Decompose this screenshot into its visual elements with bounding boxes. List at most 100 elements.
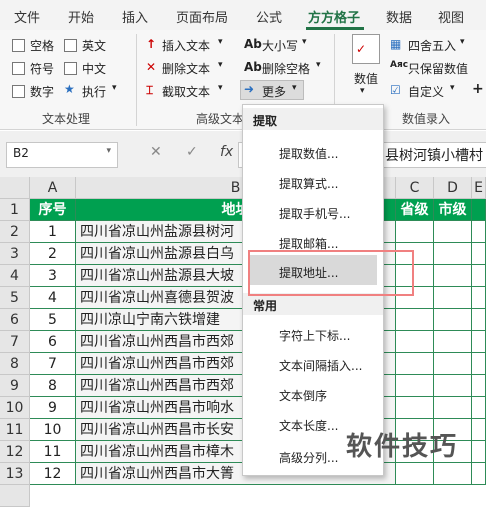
- confirm-icon[interactable]: ✓: [186, 144, 198, 160]
- table-cell-province[interactable]: [396, 221, 434, 243]
- table-cell-e[interactable]: [472, 331, 486, 353]
- checkbox-english[interactable]: [64, 39, 77, 52]
- tab-page-layout[interactable]: 页面布局: [176, 7, 228, 26]
- tab-view[interactable]: 视图: [438, 7, 464, 26]
- table-cell-index[interactable]: 6: [30, 331, 76, 353]
- header-cell-province[interactable]: 省级: [396, 199, 434, 221]
- menu-item-advanced-split[interactable]: 高级分列...: [279, 449, 338, 466]
- tab-home[interactable]: 开始: [68, 7, 94, 26]
- table-cell-index[interactable]: 2: [30, 243, 76, 265]
- row-header[interactable]: 1: [0, 199, 30, 221]
- menu-item-interval-insert[interactable]: 文本间隔插入...: [279, 357, 362, 374]
- case-button[interactable]: 大小写: [262, 37, 298, 54]
- table-cell-e[interactable]: [472, 375, 486, 397]
- table-cell-e[interactable]: [472, 221, 486, 243]
- table-cell-index[interactable]: 1: [30, 221, 76, 243]
- menu-item-extract-phone[interactable]: 提取手机号...: [279, 205, 350, 222]
- table-cell-province[interactable]: [396, 375, 434, 397]
- table-cell-city[interactable]: [434, 309, 472, 331]
- col-header-a[interactable]: A: [30, 177, 76, 199]
- table-cell-city[interactable]: [434, 243, 472, 265]
- table-cell-e[interactable]: [472, 441, 486, 463]
- fx-icon[interactable]: fx: [220, 144, 233, 160]
- name-box[interactable]: B2 ▾: [6, 142, 118, 168]
- table-cell-index[interactable]: 12: [30, 463, 76, 485]
- round-button[interactable]: 四舍五入: [408, 37, 456, 54]
- tab-formulas[interactable]: 公式: [256, 7, 282, 26]
- table-cell-city[interactable]: [434, 375, 472, 397]
- table-cell-index[interactable]: 3: [30, 265, 76, 287]
- custom-button[interactable]: 自定义: [408, 83, 444, 100]
- tab-file[interactable]: 文件: [14, 7, 40, 26]
- row-header[interactable]: 6: [0, 309, 30, 331]
- col-header-e[interactable]: E: [472, 177, 486, 199]
- numeric-button[interactable]: 数值: [354, 70, 378, 87]
- table-cell-index[interactable]: 5: [30, 309, 76, 331]
- row-header[interactable]: 5: [0, 287, 30, 309]
- table-cell-province[interactable]: [396, 331, 434, 353]
- insert-text-button[interactable]: 插入文本: [162, 37, 210, 54]
- tab-data[interactable]: 数据: [386, 7, 412, 26]
- plus-icon[interactable]: +: [472, 81, 484, 97]
- menu-item-text-length[interactable]: 文本长度...: [279, 417, 338, 434]
- table-cell-province[interactable]: [396, 309, 434, 331]
- table-cell-city[interactable]: [434, 287, 472, 309]
- tab-fangfanggezi[interactable]: 方方格子: [308, 7, 360, 26]
- menu-item-reverse-text[interactable]: 文本倒序: [279, 387, 327, 404]
- delete-space-button[interactable]: 删除空格: [262, 60, 310, 77]
- row-header[interactable]: 7: [0, 331, 30, 353]
- table-cell-province[interactable]: [396, 397, 434, 419]
- table-cell-city[interactable]: [434, 265, 472, 287]
- table-cell-index[interactable]: 7: [30, 353, 76, 375]
- header-cell-index[interactable]: 序号: [30, 199, 76, 221]
- table-cell-province[interactable]: [396, 353, 434, 375]
- header-cell-city[interactable]: 市级: [434, 199, 472, 221]
- table-cell-index[interactable]: 11: [30, 441, 76, 463]
- menu-item-extract-formula[interactable]: 提取算式...: [279, 175, 338, 192]
- checkbox-symbol[interactable]: [12, 62, 25, 75]
- table-cell-e[interactable]: [472, 419, 486, 441]
- table-cell-e[interactable]: [472, 353, 486, 375]
- table-cell-e[interactable]: [472, 463, 486, 485]
- checkbox-number[interactable]: [12, 85, 25, 98]
- tab-insert[interactable]: 插入: [122, 7, 148, 26]
- menu-item-extract-number[interactable]: 提取数值...: [279, 145, 338, 162]
- table-cell-city[interactable]: [434, 331, 472, 353]
- row-header[interactable]: 11: [0, 419, 30, 441]
- row-header[interactable]: 9: [0, 375, 30, 397]
- row-header[interactable]: 3: [0, 243, 30, 265]
- execute-button[interactable]: 执行: [82, 83, 106, 100]
- table-cell-city[interactable]: [434, 397, 472, 419]
- header-cell-e[interactable]: [472, 199, 486, 221]
- table-cell-index[interactable]: 9: [30, 397, 76, 419]
- row-header[interactable]: 8: [0, 353, 30, 375]
- table-cell-e[interactable]: [472, 397, 486, 419]
- delete-text-button[interactable]: 删除文本: [162, 60, 210, 77]
- cancel-icon[interactable]: ✕: [150, 144, 162, 160]
- table-cell-province[interactable]: [396, 463, 434, 485]
- cut-text-button[interactable]: 截取文本: [162, 83, 210, 100]
- table-cell-city[interactable]: [434, 463, 472, 485]
- table-cell-e[interactable]: [472, 265, 486, 287]
- checkbox-space[interactable]: [12, 39, 25, 52]
- row-header[interactable]: 4: [0, 265, 30, 287]
- row-header[interactable]: 2: [0, 221, 30, 243]
- table-cell-e[interactable]: [472, 243, 486, 265]
- table-cell-city[interactable]: [434, 353, 472, 375]
- col-header-d[interactable]: D: [434, 177, 472, 199]
- select-all-corner[interactable]: [0, 177, 30, 199]
- table-cell-index[interactable]: 10: [30, 419, 76, 441]
- row-header[interactable]: 10: [0, 397, 30, 419]
- table-cell-index[interactable]: 8: [30, 375, 76, 397]
- table-cell-index[interactable]: 4: [30, 287, 76, 309]
- table-cell-e[interactable]: [472, 309, 486, 331]
- checkbox-chinese[interactable]: [64, 62, 77, 75]
- row-header[interactable]: 12: [0, 441, 30, 463]
- table-cell-e[interactable]: [472, 287, 486, 309]
- keep-number-button[interactable]: 只保留数值: [408, 60, 468, 77]
- row-header[interactable]: 13: [0, 463, 30, 485]
- menu-item-superscript[interactable]: 字符上下标...: [279, 327, 350, 344]
- row-header[interactable]: [0, 485, 30, 507]
- col-header-c[interactable]: C: [396, 177, 434, 199]
- table-cell-city[interactable]: [434, 221, 472, 243]
